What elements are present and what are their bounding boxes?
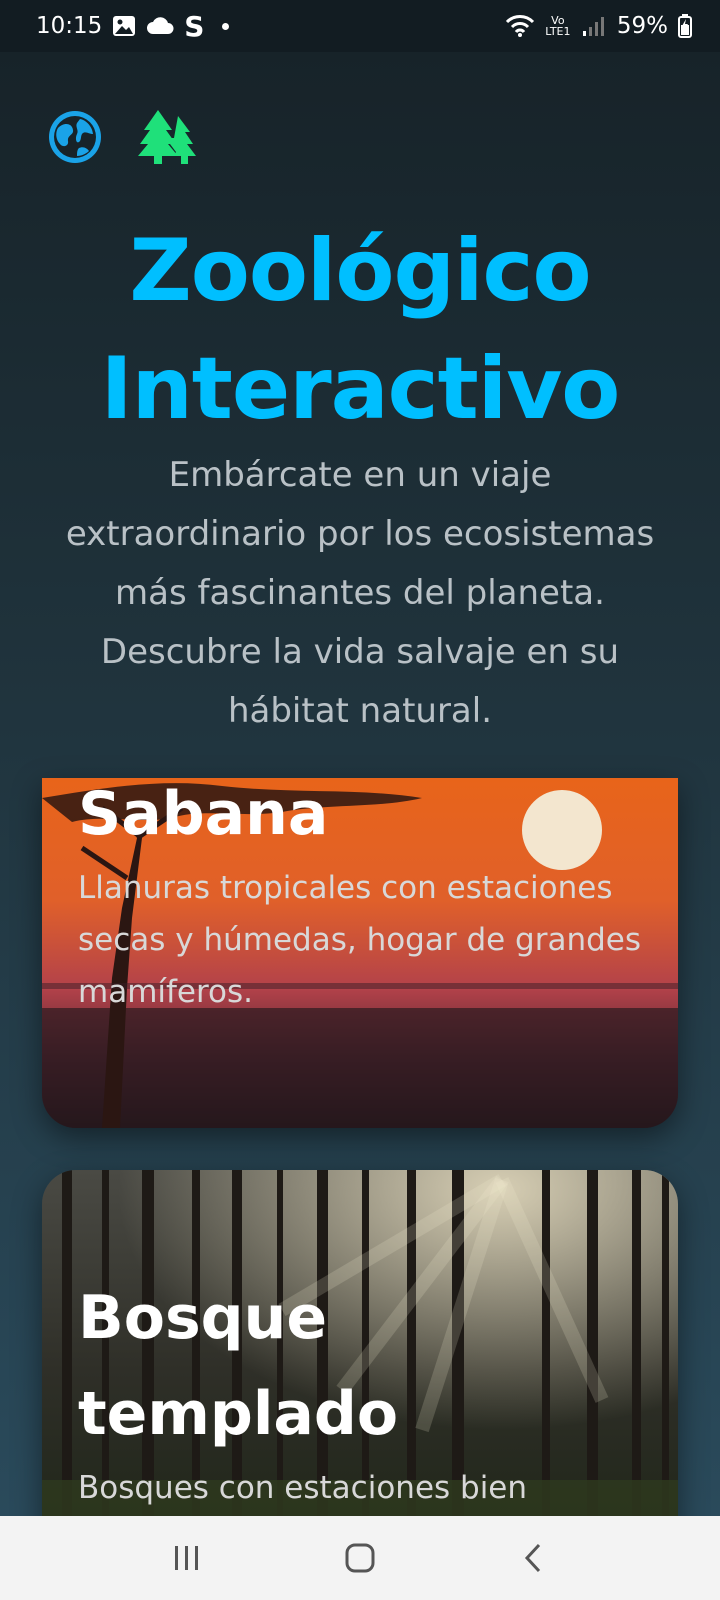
habitat-card-forest[interactable]: Bosque templado Bosques con estaciones b… [42, 1170, 678, 1516]
habitat-card-savanna[interactable]: Sabana Llanuras tropicales con estacione… [42, 778, 678, 1128]
status-bar: 10:15 S Vo LTE1 59% [0, 0, 720, 52]
trees-icon[interactable] [134, 108, 200, 170]
recents-button[interactable] [157, 1528, 217, 1588]
globe-icon[interactable] [46, 108, 104, 170]
app-notification-letter: S [184, 9, 205, 43]
clock: 10:15 [36, 13, 103, 39]
wifi-icon [505, 14, 535, 38]
system-navigation-bar [0, 1516, 720, 1600]
battery-percentage: 59% [616, 13, 668, 39]
network-type: Vo LTE1 [545, 14, 571, 38]
home-button[interactable] [330, 1528, 390, 1588]
savanna-card-content: Sabana Llanuras tropicales con estacione… [78, 778, 658, 1018]
habitat-description: Bosques con estaciones bien [78, 1470, 528, 1506]
habitat-title: Bosque templado [78, 1270, 658, 1462]
habitat-title: Sabana [78, 779, 329, 849]
title-line-1: Zoológico [129, 221, 591, 321]
battery-icon [678, 14, 692, 38]
habitat-title-line-1: Bosque [78, 1283, 328, 1353]
signal-icon [581, 15, 607, 37]
page-subtitle: Embárcate en un viaje extraordinario por… [65, 455, 655, 731]
forest-card-content: Bosque templado Bosques con estaciones b… [78, 1270, 658, 1514]
habitat-description: Llanuras tropicales con estaciones secas… [78, 870, 642, 1010]
app-content: Zoológico Interactivo Embárcate en un vi… [0, 52, 720, 1516]
back-button[interactable] [503, 1528, 563, 1588]
title-line-2: Interactivo [100, 339, 621, 439]
more-notifications-dot [222, 22, 230, 30]
habitat-title-line-2: templado [78, 1379, 399, 1449]
page-title: Zoológico Interactivo [0, 212, 720, 448]
header-icons [46, 108, 200, 170]
cloud-icon [146, 16, 174, 36]
gallery-icon [112, 15, 136, 37]
